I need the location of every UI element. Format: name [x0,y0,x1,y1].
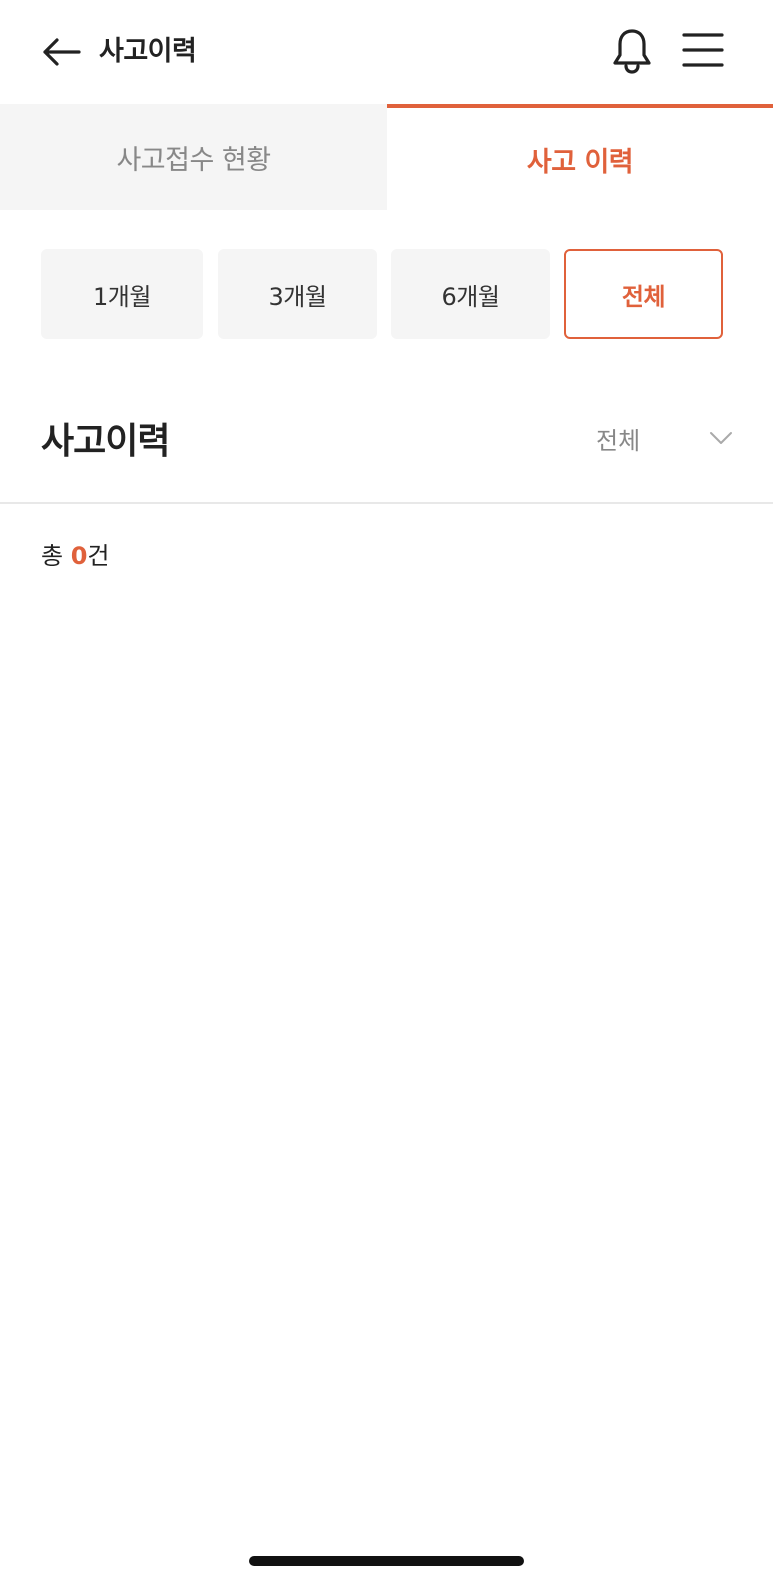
section-header: 사고이력 전체 [0,390,773,500]
section-divider [0,502,773,504]
history-type-dropdown[interactable]: 전체 [596,418,734,458]
period-6-months-button[interactable]: 6개월 [391,249,550,339]
tab-bar: 사고접수 현황 사고 이력 [0,104,773,210]
menu-button[interactable] [682,30,724,70]
app-header: 사고이력 [0,0,773,104]
arrow-left-icon [43,38,81,66]
period-filter-group: 1개월 3개월 6개월 전체 [41,249,732,339]
back-button[interactable] [38,32,84,72]
period-3-months-button[interactable]: 3개월 [218,249,377,339]
count-number: 0 [70,542,88,570]
tab-accident-history[interactable]: 사고 이력 [387,104,773,210]
section-title: 사고이력 [41,421,170,462]
notification-button[interactable] [610,26,654,76]
tab-accident-reception-status[interactable]: 사고접수 현황 [0,104,387,210]
count-prefix: 총 [41,542,71,570]
total-count: 총 0건 [41,538,110,574]
hamburger-menu-icon [682,33,724,67]
bell-icon [613,29,651,74]
chevron-down-icon [710,432,732,444]
page-title: 사고이력 [99,36,197,67]
period-all-button[interactable]: 전체 [564,249,723,339]
count-suffix: 건 [87,542,110,570]
dropdown-selected-value: 전체 [596,426,641,455]
home-indicator[interactable] [249,1556,524,1566]
period-1-month-button[interactable]: 1개월 [41,249,203,339]
